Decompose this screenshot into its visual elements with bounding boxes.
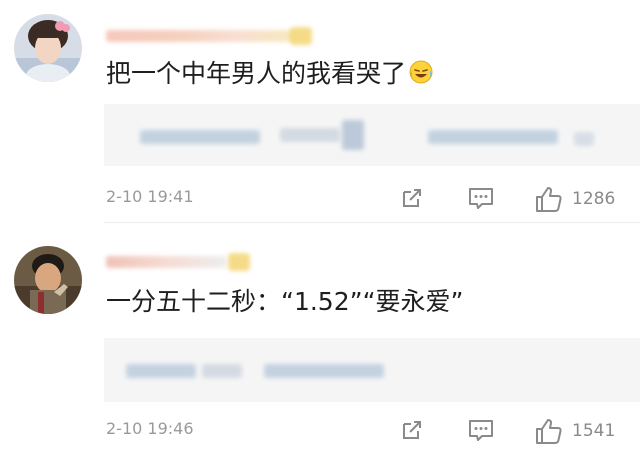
reply-preview-blurred[interactable] xyxy=(104,338,640,402)
like-button[interactable]: 1541 xyxy=(534,416,615,446)
comment-icon xyxy=(469,420,493,441)
share-icon xyxy=(403,189,421,207)
avatar[interactable] xyxy=(14,14,82,82)
like-count: 1286 xyxy=(572,189,616,209)
reply-preview-blurred[interactable] xyxy=(104,104,640,166)
user-badge-blurred xyxy=(228,253,250,271)
reply-button[interactable] xyxy=(466,416,496,448)
comment-text: 把一个中年男人的我看哭了 xyxy=(106,54,434,91)
share-button[interactable] xyxy=(398,184,426,216)
like-button[interactable]: 1286 xyxy=(534,184,615,214)
comment-item: 把一个中年男人的我看哭了 2-10 19:41 1286 xyxy=(0,0,640,222)
username-blurred[interactable] xyxy=(106,256,226,268)
user-badge-blurred xyxy=(290,27,312,45)
share-button[interactable] xyxy=(398,416,426,448)
username-blurred[interactable] xyxy=(106,30,294,42)
comment-icon xyxy=(469,188,493,209)
avatar[interactable] xyxy=(14,246,82,314)
comment-timestamp: 2-10 19:46 xyxy=(106,419,194,438)
share-icon xyxy=(403,421,421,439)
comment-text: 一分五十二秒：“1.52”“要永爱” xyxy=(106,287,464,316)
laughing-crying-emoji-icon xyxy=(408,59,434,91)
like-count: 1541 xyxy=(572,421,616,441)
thumbs-up-icon xyxy=(536,187,562,212)
comment-item: 一分五十二秒：“1.52”“要永爱” 2-10 19:46 1541 xyxy=(0,222,640,451)
comment-timestamp: 2-10 19:41 xyxy=(106,187,194,206)
thumbs-up-icon xyxy=(536,419,562,444)
reply-button[interactable] xyxy=(466,184,496,216)
